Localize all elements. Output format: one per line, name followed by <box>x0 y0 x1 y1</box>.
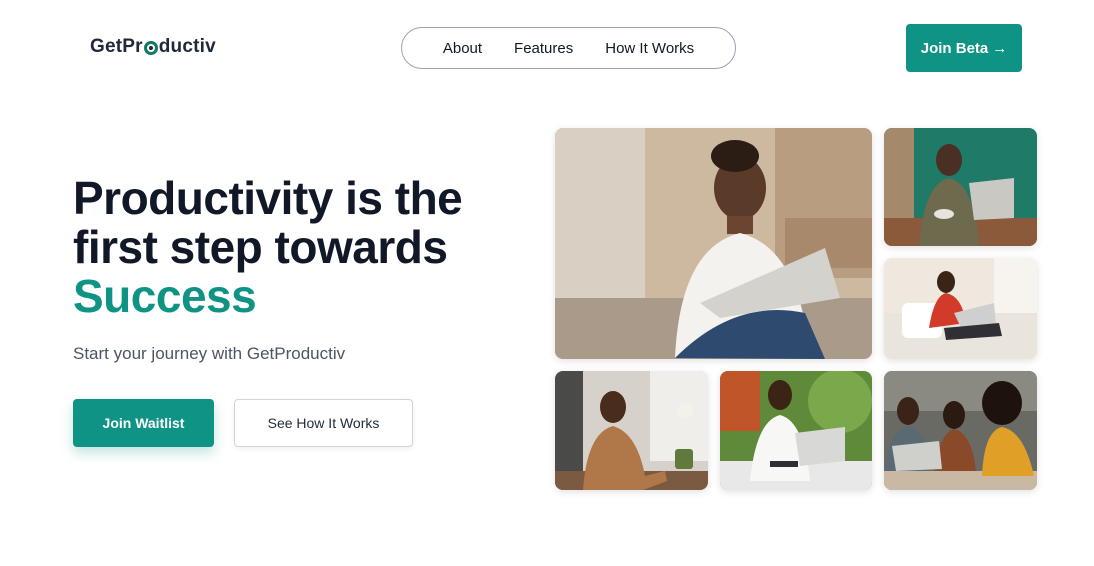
nav-features[interactable]: Features <box>514 40 573 57</box>
join-beta-label: Join Beta <box>920 39 989 57</box>
site-header: GetPr ductiv About Features How It Works… <box>0 0 1094 96</box>
join-beta-button[interactable]: Join Beta → <box>906 24 1022 72</box>
photo-woman-laptop-outdoor <box>555 128 872 359</box>
hero-title-line-2: first step towards <box>73 221 448 273</box>
photo-man-laptop-desk <box>555 371 708 490</box>
photo-woman-laptop-garden <box>720 371 872 490</box>
logo-target-icon <box>143 41 158 55</box>
main-nav: About Features How It Works <box>401 27 736 69</box>
hero-title: Productivity is the first step towards S… <box>73 174 513 321</box>
logo[interactable]: GetPr ductiv <box>90 36 216 58</box>
nav-how-it-works[interactable]: How It Works <box>605 40 694 57</box>
arrow-right-icon: → <box>992 39 1008 57</box>
nav-about[interactable]: About <box>443 40 482 57</box>
see-how-it-works-button[interactable]: See How It Works <box>234 399 413 447</box>
hero-title-line-1: Productivity is the <box>73 172 463 224</box>
logo-text-start: GetPr <box>90 36 143 57</box>
photo-group-laptop-cafe <box>884 371 1037 490</box>
join-waitlist-button[interactable]: Join Waitlist <box>73 399 214 447</box>
hero-title-accent: Success <box>73 270 257 322</box>
photo-woman-laptop-sofa <box>884 258 1037 359</box>
hero-subtitle: Start your journey with GetProductiv <box>73 344 346 363</box>
logo-text-end: ductiv <box>158 36 216 57</box>
photo-woman-laptop-cafe <box>884 128 1037 246</box>
